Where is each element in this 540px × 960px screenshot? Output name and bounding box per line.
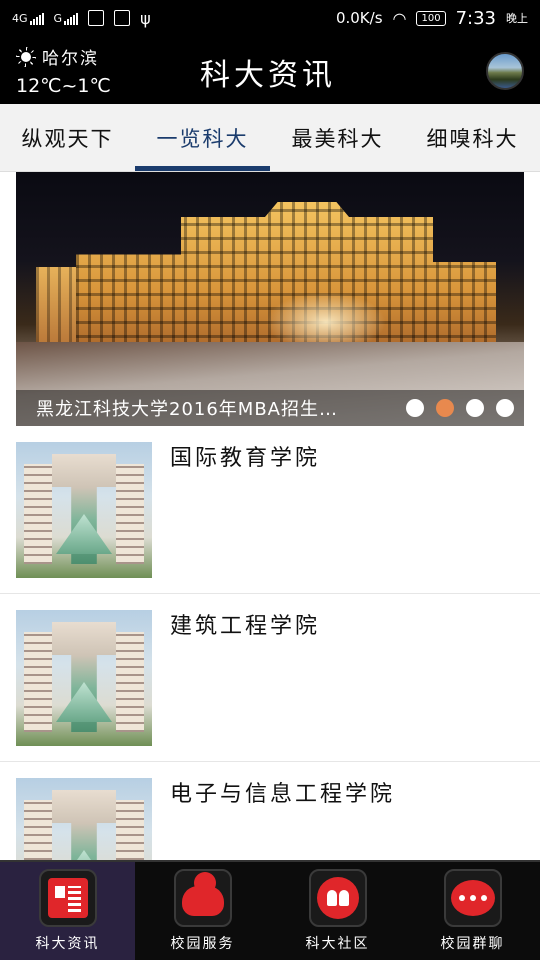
carousel-dot-active[interactable]: [436, 399, 454, 417]
battery-icon: 100: [416, 10, 446, 26]
chat-bubble-icon: [443, 869, 502, 927]
cloud-icon: [173, 869, 232, 927]
status-right: 0.0K/s ◠ 100 7:33 晚上: [336, 8, 528, 29]
app-header: 哈尔滨 12℃~1℃ 科大资讯: [0, 36, 540, 104]
signal-g-icon: G: [54, 12, 79, 25]
list-item-title: 电子与信息工程学院: [170, 782, 396, 807]
community-icon: [308, 869, 367, 927]
nav-news[interactable]: 科大资讯: [0, 862, 135, 960]
list-item[interactable]: 建筑工程学院: [0, 594, 540, 762]
tab-campus-details[interactable]: 细嗅科大: [405, 104, 540, 171]
list-item-thumbnail: [16, 778, 152, 860]
app-title: 科大资讯: [200, 58, 336, 93]
list-item-thumbnail: [16, 610, 152, 746]
news-list: 国际教育学院 建筑工程学院 电子与信息工程学院: [0, 426, 540, 860]
nav-campus-service[interactable]: 校园服务: [135, 862, 270, 960]
usb-icon: ψ: [140, 8, 151, 28]
clock-period: 晚上: [506, 12, 528, 25]
list-item-thumbnail: [16, 442, 152, 578]
tab-world[interactable]: 纵观天下: [0, 104, 135, 171]
status-left: 4G G ψ: [12, 9, 151, 28]
sim-icon: [88, 10, 105, 26]
list-item-title: 建筑工程学院: [170, 614, 321, 639]
wifi-icon: ◠: [392, 8, 407, 28]
list-item[interactable]: 国际教育学院: [0, 426, 540, 594]
nav-campus-service-label: 校园服务: [170, 936, 235, 952]
image-icon: [114, 10, 131, 26]
banner-image[interactable]: [16, 172, 524, 426]
list-item-title: 国际教育学院: [170, 446, 321, 471]
carousel-dot[interactable]: [496, 399, 514, 417]
nav-community[interactable]: 科大社区: [270, 862, 405, 960]
nav-community-label: 科大社区: [305, 936, 370, 952]
nav-news-label: 科大资讯: [35, 936, 100, 952]
status-bar: 4G G ψ 0.0K/s ◠ 100 7:33 晚上: [0, 0, 540, 36]
tab-beautiful-campus[interactable]: 最美科大: [270, 104, 405, 171]
carousel-dot[interactable]: [466, 399, 484, 417]
user-avatar[interactable]: [486, 52, 524, 90]
network-speed: 0.0K/s: [335, 9, 383, 27]
news-icon: [38, 869, 97, 927]
tab-campus-overview[interactable]: 一览科大: [135, 104, 270, 171]
nav-group-chat-label: 校园群聊: [440, 936, 505, 952]
banner-carousel[interactable]: 黑龙江科技大学2016年MBA招生…: [0, 172, 540, 426]
category-tabs: 纵观天下 一览科大 最美科大 细嗅科大: [0, 104, 540, 172]
carousel-dot[interactable]: [406, 399, 424, 417]
signal-4g-label: 4G: [12, 11, 28, 25]
clock-time: 7:33: [455, 7, 496, 29]
signal-g-label: G: [53, 11, 63, 25]
list-item[interactable]: 电子与信息工程学院: [0, 762, 540, 860]
bottom-navigation: 科大资讯 校园服务 科大社区 校园群聊: [0, 860, 540, 960]
signal-4g-icon: 4G: [12, 12, 44, 25]
carousel-indicator: [406, 399, 514, 417]
banner-caption-bar[interactable]: 黑龙江科技大学2016年MBA招生…: [16, 390, 524, 426]
banner-caption: 黑龙江科技大学2016年MBA招生…: [36, 399, 338, 420]
nav-group-chat[interactable]: 校园群聊: [405, 862, 540, 960]
